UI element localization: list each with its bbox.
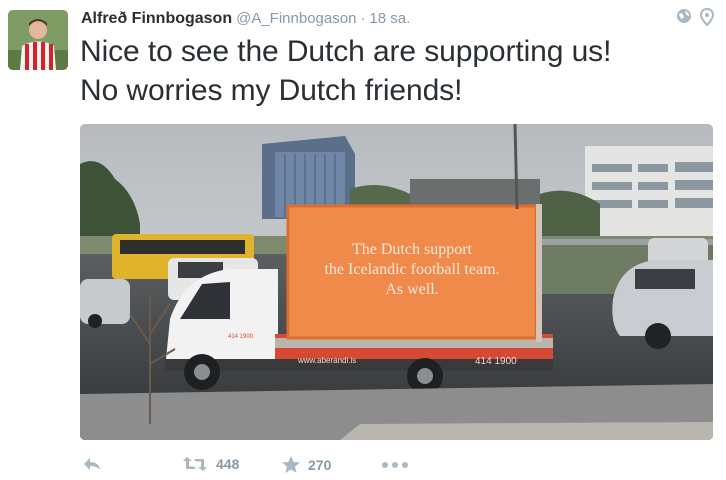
tweet-actions: 448 270: [80, 452, 480, 480]
tweet-text: Nice to see the Dutch are supporting us!…: [80, 32, 710, 110]
star-icon: [282, 456, 300, 473]
more-icon: [382, 462, 408, 468]
more-button[interactable]: [382, 462, 408, 468]
author-handle[interactable]: @A_Finnbogason: [236, 10, 356, 27]
truck-phone-small: 414 1900: [228, 334, 254, 340]
avatar[interactable]: [8, 10, 68, 70]
retweet-button[interactable]: 448: [182, 456, 239, 472]
retweet-count: 448: [216, 456, 240, 472]
truck-sign-text: The Dutch support the Icelandic football…: [288, 240, 536, 300]
reply-button[interactable]: [82, 456, 102, 472]
sign-line: The Dutch support: [352, 241, 472, 258]
author-name[interactable]: Alfreð Finnbogason: [81, 10, 232, 27]
avatar-image: [8, 10, 68, 70]
truck-url: www.aberandi.is: [298, 356, 357, 365]
tweet-photo[interactable]: The Dutch support the Icelandic football…: [80, 124, 713, 440]
tweet-text-line: Nice to see the Dutch are supporting us!: [80, 35, 612, 68]
timestamp[interactable]: 18 sa.: [369, 10, 410, 27]
location-pin-icon[interactable]: [699, 7, 715, 31]
truck-phone: 414 1900: [475, 356, 517, 367]
header-icons: [676, 7, 715, 31]
reply-icon: [84, 458, 100, 470]
sign-line: the Icelandic football team.: [324, 261, 500, 278]
favorite-count: 270: [308, 456, 332, 473]
sign-line: As well.: [385, 281, 439, 298]
retweet-icon: [183, 457, 207, 471]
tweet-header: Alfreð Finnbogason @A_Finnbogason · 18 sa.: [81, 9, 410, 29]
favorite-button[interactable]: 270: [282, 456, 331, 473]
tweet-text-line: No worries my Dutch friends!: [80, 74, 463, 107]
separator: ·: [360, 10, 366, 27]
globe-icon[interactable]: [676, 8, 692, 31]
